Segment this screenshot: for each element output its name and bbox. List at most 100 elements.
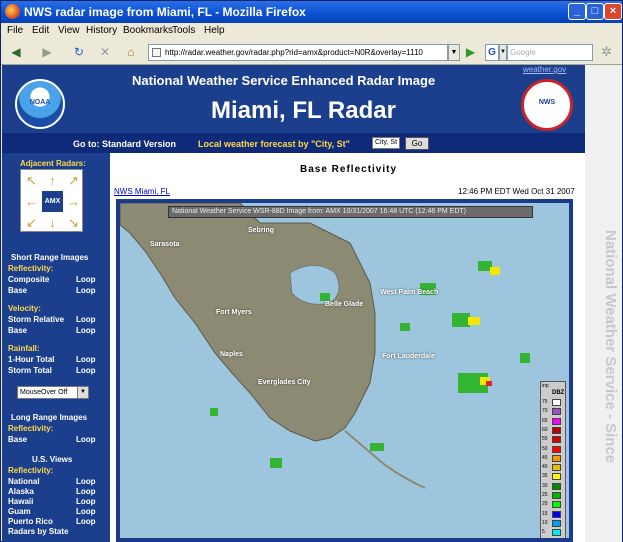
go-arrow-icon[interactable]: ▶: [463, 44, 478, 61]
long-reflectivity-label: Reflectivity:: [8, 424, 54, 433]
radar-image[interactable]: National Weather Service WSR-88D Image f…: [116, 199, 573, 542]
page-viewport: NOAA National Weather Service Enhanced R…: [2, 65, 622, 542]
storm-relative-link[interactable]: Storm Relative: [8, 315, 64, 324]
arrow-northeast-icon[interactable]: ↗: [63, 170, 84, 191]
arrow-northwest-icon[interactable]: ↖: [21, 170, 42, 191]
weather-gov-link[interactable]: weather.gov: [523, 65, 566, 74]
reflectivity-label: Reflectivity:: [8, 264, 54, 273]
composite-row: Composite Loop: [8, 275, 104, 284]
menu-tools[interactable]: Tools: [172, 25, 195, 36]
firefox-icon: [5, 4, 20, 19]
storm-relative-loop-link[interactable]: Loop: [76, 315, 96, 324]
city-sebring: Sebring: [248, 227, 275, 234]
us-reflectivity-label: Reflectivity:: [8, 466, 54, 475]
one-hour-row: 1-Hour Total Loop: [8, 355, 104, 364]
hawaii-link[interactable]: Hawaii: [8, 497, 33, 506]
address-bar[interactable]: http://radar.weather.gov/radar.php?rid=a…: [148, 44, 448, 61]
stop-icon[interactable]: ✕: [96, 43, 114, 61]
national-loop-link[interactable]: Loop: [76, 477, 96, 486]
menu-history[interactable]: History: [86, 25, 117, 36]
standard-version-link[interactable]: Go to: Standard Version: [73, 139, 176, 149]
google-icon[interactable]: G: [485, 44, 499, 61]
city-sarasota: Sarasota: [150, 241, 180, 248]
arrow-west-icon[interactable]: ←: [21, 191, 42, 212]
legend-value: 30: [542, 482, 548, 489]
legend-value: 10: [542, 519, 548, 526]
hawaii-loop-link[interactable]: Loop: [76, 497, 96, 506]
legend-value: 20: [542, 501, 548, 508]
rainfall-label: Rainfall:: [8, 344, 40, 353]
nws-office-link[interactable]: NWS Miami, FL: [114, 187, 170, 196]
long-base-loop-link[interactable]: Loop: [76, 435, 96, 444]
one-hour-loop-link[interactable]: Loop: [76, 355, 96, 364]
minimize-button[interactable]: _: [568, 3, 586, 20]
velocity-base-link[interactable]: Base: [8, 326, 27, 335]
velocity-base-loop-link[interactable]: Loop: [76, 326, 96, 335]
radar-map: National Weather Service WSR-88D Image f…: [120, 203, 569, 538]
search-engine-dropdown[interactable]: ▼: [499, 44, 507, 61]
national-row: National Loop: [8, 477, 104, 486]
puerto-rico-row: Puerto Rico Loop: [8, 517, 104, 526]
reload-icon[interactable]: ↻: [70, 43, 88, 61]
base-row: Base Loop: [8, 286, 104, 295]
legend-swatch: [552, 473, 561, 481]
home-icon[interactable]: ⌂: [122, 43, 140, 61]
adjacent-radars-grid: ↖ ↑ ↗ ← AMX → ↙ ↓ ↘: [20, 169, 83, 232]
radars-by-state-link[interactable]: Radars by State: [8, 527, 68, 536]
base-link[interactable]: Base: [8, 286, 27, 295]
search-input[interactable]: Google: [507, 44, 593, 61]
national-link[interactable]: National: [8, 477, 40, 486]
one-hour-link[interactable]: 1-Hour Total: [8, 355, 55, 364]
puerto-rico-loop-link[interactable]: Loop: [76, 517, 96, 526]
menu-file[interactable]: File: [7, 25, 23, 36]
storm-total-link[interactable]: Storm Total: [8, 366, 52, 375]
title-bar: NWS radar image from Miami, FL - Mozilla…: [1, 1, 622, 23]
mouseover-select[interactable]: MouseOver Off ▼: [17, 386, 89, 399]
alaska-link[interactable]: Alaska: [8, 487, 34, 496]
menu-bar: File Edit View History Bookmarks Tools H…: [1, 23, 622, 39]
arrow-east-icon[interactable]: →: [63, 191, 84, 212]
storm-total-loop-link[interactable]: Loop: [76, 366, 96, 375]
legend-unit: DBZ: [552, 390, 565, 396]
storm-total-row: Storm Total Loop: [8, 366, 104, 375]
long-range-heading: Long Range Images: [11, 413, 88, 422]
arrow-southeast-icon[interactable]: ↘: [63, 212, 84, 233]
back-icon[interactable]: ◀: [7, 43, 25, 61]
main-content: Base Reflectivity NWS Miami, FL 12:46 PM…: [110, 153, 585, 542]
arrow-south-icon[interactable]: ↓: [42, 212, 63, 233]
puerto-rico-link[interactable]: Puerto Rico: [8, 517, 53, 526]
local-forecast-label: Local weather forecast by "City, St": [198, 139, 350, 149]
nws-logo[interactable]: NWS: [521, 79, 573, 131]
menu-bookmarks[interactable]: Bookmarks: [123, 25, 173, 36]
close-button[interactable]: ×: [604, 3, 622, 20]
menu-view[interactable]: View: [58, 25, 80, 36]
legend-value: 70: [542, 408, 548, 415]
noaa-logo[interactable]: NOAA: [15, 79, 65, 129]
composite-link[interactable]: Composite: [8, 275, 49, 284]
go-button[interactable]: Go: [405, 137, 429, 150]
legend-value: 75: [542, 399, 548, 405]
legend-value: 60: [542, 426, 548, 433]
long-base-link[interactable]: Base: [8, 435, 27, 444]
base-loop-link[interactable]: Loop: [76, 286, 96, 295]
arrow-southwest-icon[interactable]: ↙: [21, 212, 42, 233]
guam-loop-link[interactable]: Loop: [76, 507, 96, 516]
guam-row: Guam Loop: [8, 507, 104, 516]
forward-icon[interactable]: ▶: [38, 43, 56, 61]
long-base-row: Base Loop: [8, 435, 104, 444]
legend-swatch: [552, 529, 561, 537]
city-input[interactable]: City, St: [372, 137, 400, 149]
menu-edit[interactable]: Edit: [32, 25, 49, 36]
legend-swatch: [552, 445, 561, 453]
legend-value: 65: [542, 417, 548, 424]
menu-help[interactable]: Help: [204, 25, 225, 36]
guam-link[interactable]: Guam: [8, 507, 31, 516]
legend-swatch: [552, 492, 561, 499]
arrow-north-icon[interactable]: ↑: [42, 170, 63, 191]
maximize-button[interactable]: □: [586, 3, 604, 20]
page-favicon: [152, 48, 161, 57]
legend-swatch: [552, 426, 561, 434]
composite-loop-link[interactable]: Loop: [76, 275, 96, 284]
alaska-loop-link[interactable]: Loop: [76, 487, 96, 496]
address-dropdown[interactable]: ▼: [448, 44, 460, 61]
